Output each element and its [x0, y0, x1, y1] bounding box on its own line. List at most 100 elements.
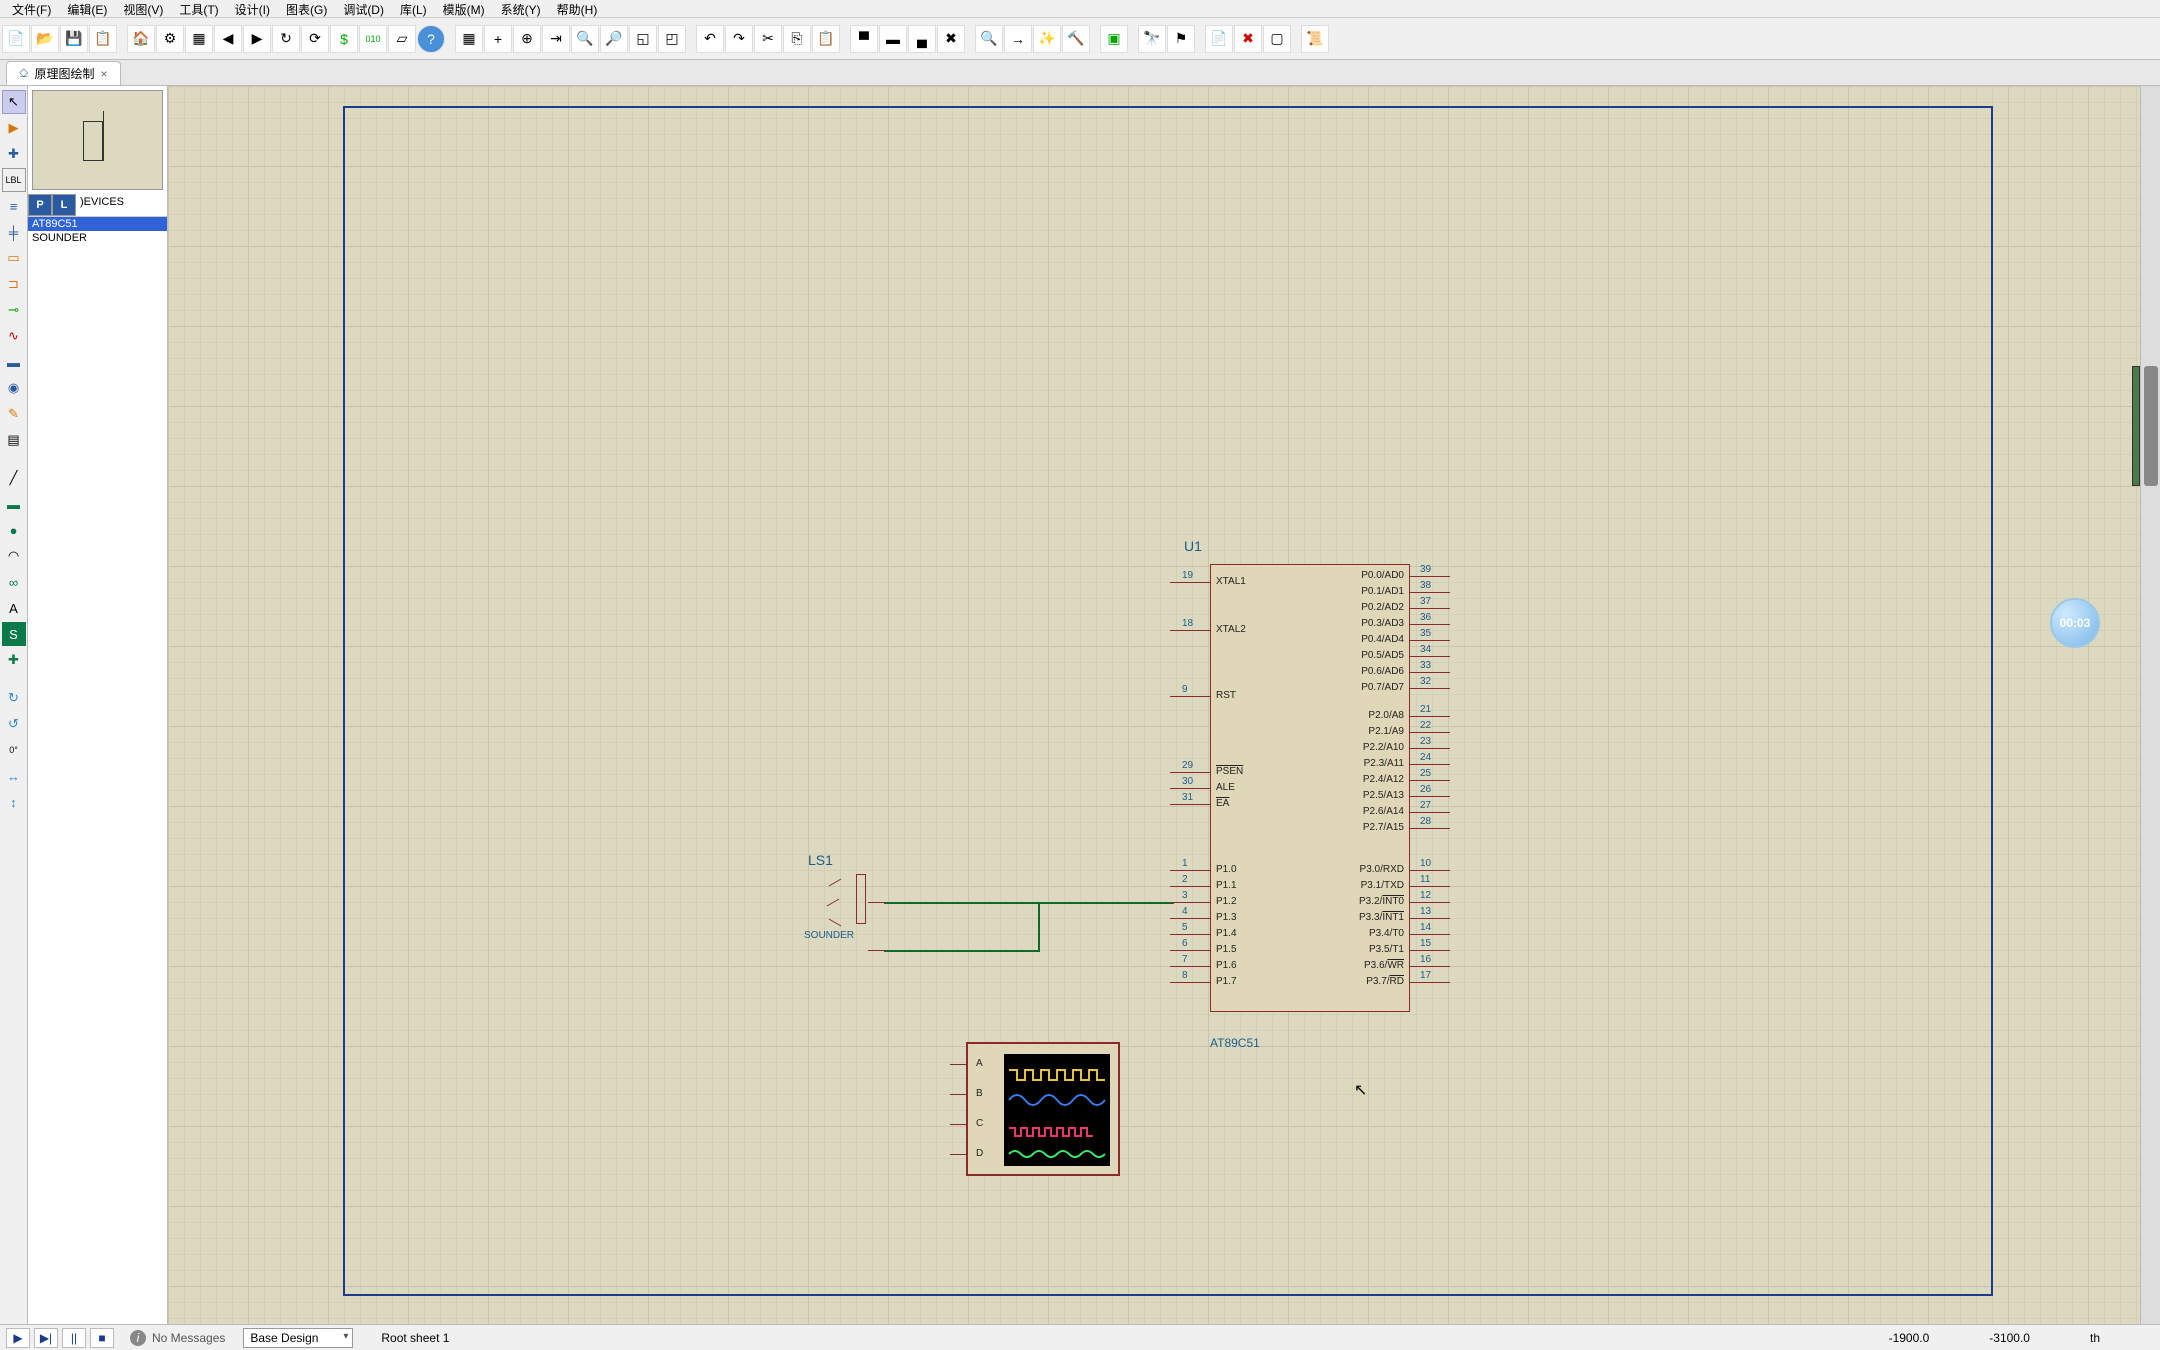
mirror-v-tool[interactable]: ↕ — [2, 790, 26, 814]
align-del-button[interactable]: ✖ — [937, 25, 965, 53]
home-button[interactable]: 🏠 — [127, 25, 155, 53]
tab-schematic[interactable]: ⎐ 原理图绘制 × — [6, 61, 121, 85]
script-button[interactable]: 📜 — [1301, 25, 1329, 53]
select-tool[interactable]: ↖ — [2, 90, 26, 114]
save-all-button[interactable]: 📋 — [89, 25, 117, 53]
cut-button[interactable]: ✂ — [754, 25, 782, 53]
zoom-area-button[interactable]: ◰ — [658, 25, 686, 53]
sounder-component[interactable]: LS1 SOUNDER — [808, 862, 908, 962]
sim-step-button[interactable]: ▶| — [34, 1328, 58, 1348]
menu-library[interactable]: 库(L) — [392, 0, 435, 17]
align-bot-button[interactable]: ▄ — [908, 25, 936, 53]
menu-file[interactable]: 文件(F) — [4, 0, 59, 17]
text-script-tool[interactable]: ≡ — [2, 194, 26, 218]
timer-widget[interactable]: 00:03 — [2050, 598, 2100, 648]
graph-tool[interactable]: ∿ — [2, 324, 26, 348]
arc-tool[interactable]: ◠ — [2, 544, 26, 568]
tab-close-button[interactable]: × — [100, 67, 107, 81]
menu-system[interactable]: 系统(Y) — [493, 0, 549, 17]
wire[interactable] — [1038, 902, 1040, 952]
library-button[interactable]: L — [52, 194, 76, 216]
label-tool[interactable]: LBL — [2, 168, 26, 192]
del-sheet-button[interactable]: ✖ — [1234, 25, 1262, 53]
subcircuit-tool[interactable]: ▭ — [2, 246, 26, 270]
zoom-in-button[interactable]: 🔍 — [571, 25, 599, 53]
tape-tool[interactable]: ▬ — [2, 350, 26, 374]
menu-edit[interactable]: 编辑(E) — [59, 0, 115, 17]
zoom2-button[interactable]: 🔍 — [975, 25, 1003, 53]
rotate-cw-tool[interactable]: ↻ — [2, 686, 26, 710]
prev-button[interactable]: ◀ — [214, 25, 242, 53]
pick-device-button[interactable]: P — [28, 194, 52, 216]
sheet-button[interactable]: ▢ — [1263, 25, 1291, 53]
bus-tool[interactable]: ╪ — [2, 220, 26, 244]
mcu-component[interactable]: U1 AT89C51 19XTAL118XTAL29RST29PSEN30ALE… — [1184, 564, 1436, 1032]
menu-debug[interactable]: 调试(D) — [335, 0, 392, 17]
binoculars-button[interactable]: 🔭 — [1138, 25, 1166, 53]
mirror-h-tool[interactable]: ↔ — [2, 764, 26, 788]
device-item-sounder[interactable]: SOUNDER — [28, 231, 167, 245]
status-messages[interactable]: i No Messages — [120, 1330, 235, 1346]
oscilloscope-component[interactable]: A B C D — [966, 1042, 1120, 1176]
paste-button[interactable]: 📋 — [812, 25, 840, 53]
junction-tool[interactable]: ✚ — [2, 142, 26, 166]
terminal-tool[interactable]: ⊐ — [2, 272, 26, 296]
design-variant-combo[interactable]: Base Design — [243, 1328, 353, 1348]
probe-tool[interactable]: ✎ — [2, 402, 26, 426]
bits-button[interactable]: 010 — [359, 25, 387, 53]
new-file-button[interactable]: 📄 — [2, 25, 30, 53]
instrument-tool[interactable]: ▤ — [2, 428, 26, 452]
menu-template[interactable]: 模版(M) — [435, 0, 493, 17]
wand-button[interactable]: ✨ — [1033, 25, 1061, 53]
hammer-button[interactable]: 🔨 — [1062, 25, 1090, 53]
circle-tool[interactable]: ● — [2, 518, 26, 542]
measure-button[interactable]: ⇥ — [542, 25, 570, 53]
pin-tool[interactable]: ⊸ — [2, 298, 26, 322]
box-tool[interactable]: ▬ — [2, 492, 26, 516]
add-sheet-button[interactable]: 📄 — [1205, 25, 1233, 53]
grid-button[interactable]: ▦ — [455, 25, 483, 53]
device-list[interactable]: AT89C51 SOUNDER — [28, 217, 167, 1324]
generator-tool[interactable]: ◉ — [2, 376, 26, 400]
vertical-scrollbar[interactable] — [2140, 86, 2160, 1324]
crosshair-button[interactable]: + — [484, 25, 512, 53]
sim-stop-button[interactable]: ■ — [90, 1328, 114, 1348]
undo-button[interactable]: ↶ — [696, 25, 724, 53]
menu-view[interactable]: 视图(V) — [115, 0, 171, 17]
menu-help[interactable]: 帮助(H) — [549, 0, 606, 17]
zoom-out-button[interactable]: 🔎 — [600, 25, 628, 53]
next-button[interactable]: ▶ — [243, 25, 271, 53]
dollar-button[interactable]: $ — [330, 25, 358, 53]
line-tool[interactable]: ╱ — [2, 466, 26, 490]
page-button[interactable]: ▱ — [388, 25, 416, 53]
symbol-tool[interactable]: S — [2, 622, 26, 646]
align-top-button[interactable]: ▀ — [850, 25, 878, 53]
refresh-button[interactable]: ↻ — [272, 25, 300, 53]
sim-pause-button[interactable]: || — [62, 1328, 86, 1348]
flag-button[interactable]: ⚑ — [1167, 25, 1195, 53]
menu-chart[interactable]: 图表(G) — [278, 0, 335, 17]
zoom-fit-button[interactable]: ◱ — [629, 25, 657, 53]
export-button[interactable]: ▣ — [1100, 25, 1128, 53]
copy-button[interactable]: ⎘ — [783, 25, 811, 53]
chip-button[interactable]: ▦ — [185, 25, 213, 53]
marker-tool[interactable]: ✚ — [2, 648, 26, 672]
component-tool[interactable]: ▶ — [2, 116, 26, 140]
open-file-button[interactable]: 📂 — [31, 25, 59, 53]
redo-button[interactable]: ↷ — [725, 25, 753, 53]
help-button[interactable]: ? — [417, 25, 445, 53]
vertical-scroll-thumb[interactable] — [2144, 366, 2158, 486]
save-button[interactable]: 💾 — [60, 25, 88, 53]
sim-play-button[interactable]: ▶ — [6, 1328, 30, 1348]
rotate-ccw-tool[interactable]: ↺ — [2, 712, 26, 736]
schematic-canvas[interactable]: LS1 SOUNDER U1 AT89C51 19XTAL118XTAL29RS… — [168, 86, 2160, 1324]
device-item-at89c51[interactable]: AT89C51 — [28, 217, 167, 231]
menu-design[interactable]: 设计(I) — [227, 0, 278, 17]
nav-button[interactable]: → — [1004, 25, 1032, 53]
settings-button[interactable]: ⚙ — [156, 25, 184, 53]
align-mid-button[interactable]: ▬ — [879, 25, 907, 53]
menu-tools[interactable]: 工具(T) — [171, 0, 226, 17]
rotation-angle[interactable]: 0° — [2, 738, 26, 762]
text-tool[interactable]: A — [2, 596, 26, 620]
path-tool[interactable]: ∞ — [2, 570, 26, 594]
